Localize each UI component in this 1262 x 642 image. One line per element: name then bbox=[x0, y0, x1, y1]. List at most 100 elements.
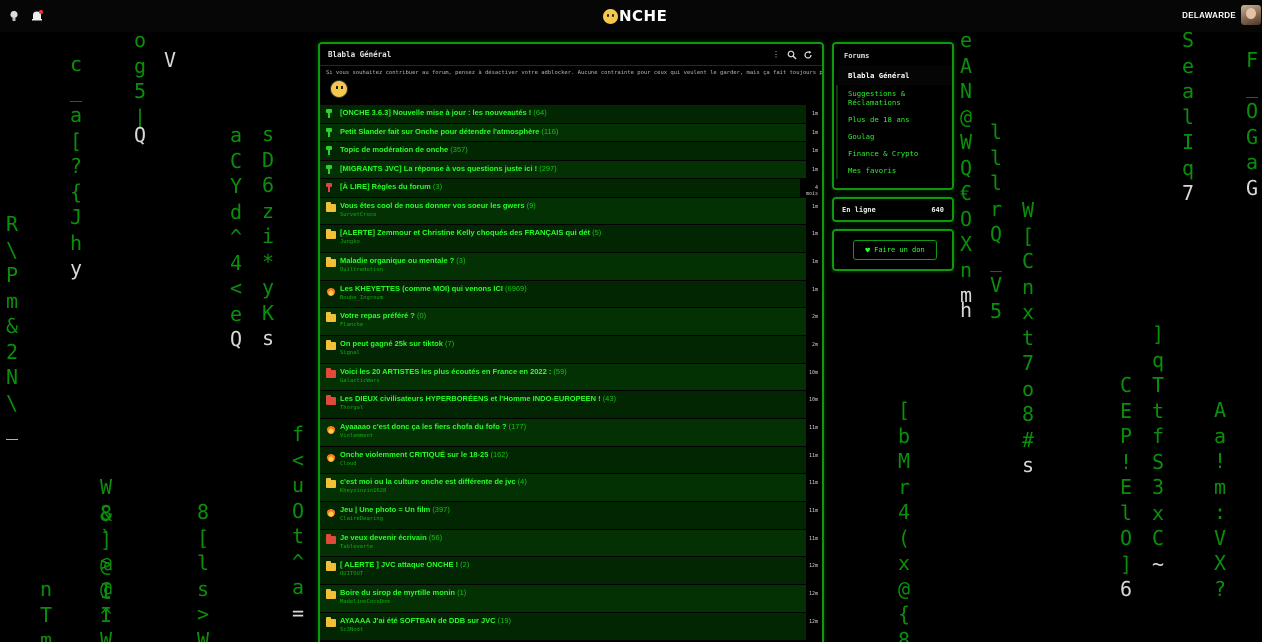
topic-author[interactable]: GalacticWars bbox=[340, 378, 806, 384]
sidebar-item-forum[interactable]: Plus de 18 ans bbox=[836, 111, 952, 128]
topic-title[interactable]: Ayaaaao c'est donc ça les fiers chofa du… bbox=[340, 422, 806, 431]
topic-title[interactable]: c'est moi ou la culture onche est différ… bbox=[340, 477, 806, 486]
rain-glyph: A bbox=[1213, 398, 1227, 422]
topic-title[interactable]: Les DIEUX civilisateurs HYPERBORÉENS et … bbox=[340, 394, 806, 403]
topic-row[interactable]: Onche violemment CRITIQUÉ sur le 18-25 (… bbox=[320, 446, 822, 475]
topic-title[interactable]: Onche violemment CRITIQUÉ sur le 18-25 (… bbox=[340, 450, 806, 459]
avatar[interactable] bbox=[1241, 5, 1261, 25]
topic-body: Topic de modération de onche (357) bbox=[340, 142, 806, 154]
donate-button[interactable]: ♥ Faire un don bbox=[853, 240, 937, 260]
topic-title[interactable]: [ONCHE 3.6.3] Nouvelle mise à jour : les… bbox=[340, 108, 806, 117]
topic-title[interactable]: Maladie organique ou mentale ? (3) bbox=[340, 256, 806, 265]
site-logo[interactable]: NCHE bbox=[603, 7, 667, 25]
topic-row[interactable]: Votre repas préféré ? (0) Flanche 2m bbox=[320, 308, 822, 336]
topic-author[interactable]: MadelineCocoDom bbox=[340, 599, 806, 605]
topic-author[interactable]: Jungko bbox=[340, 239, 806, 245]
topic-author[interactable]: Boube_Ingroum bbox=[340, 295, 806, 301]
sidebar-item-forum[interactable]: Mes favoris bbox=[836, 162, 952, 179]
topic-title[interactable]: Vous êtes cool de nous donner vos soeur … bbox=[340, 201, 806, 210]
topic-row[interactable]: Jeu | Une photo = Un film (397) ClaireDea… bbox=[320, 502, 822, 530]
rain-column: F _ O Ga G bbox=[1240, 48, 1262, 201]
topic-author[interactable]: Sc3Nodt bbox=[340, 627, 806, 633]
topic-title[interactable]: On peut gagné 25k sur tiktok (7) bbox=[340, 339, 806, 348]
refresh-icon[interactable] bbox=[802, 50, 814, 60]
topic-row[interactable]: Topic de modération de onche (357) 1m bbox=[320, 142, 822, 161]
topic-reply-count: (177) bbox=[508, 422, 527, 431]
topic-title[interactable]: Boire du sirop de myrtille monin (1) bbox=[340, 588, 806, 597]
sidebar-item-forum[interactable]: Goulag bbox=[836, 128, 952, 145]
rain-glyph: M bbox=[897, 449, 911, 473]
rain-glyph: E bbox=[1119, 398, 1133, 423]
rain-glyph: l bbox=[1119, 500, 1133, 525]
topic-author[interactable]: Thorgal bbox=[340, 405, 806, 411]
topic-row[interactable]: [ONCHE 3.6.3] Nouvelle mise à jour : les… bbox=[320, 105, 822, 124]
topic-author[interactable]: Kheyzinzin1628 bbox=[340, 488, 806, 494]
sidebar-item-forum[interactable]: Blabla Général bbox=[836, 66, 952, 85]
topic-row[interactable]: Voici les 20 ARTISTES les plus écoutés e… bbox=[320, 363, 822, 392]
rain-glyph: P bbox=[1119, 424, 1133, 448]
topic-title[interactable]: Les KHEYETTES (comme MOI) qui venons ICI… bbox=[340, 284, 806, 293]
topic-author[interactable]: Cloud bbox=[340, 461, 806, 467]
topic-row[interactable]: [À LIRE] Règles du forum (3) 4 mois bbox=[320, 179, 822, 198]
topic-row[interactable]: Les KHEYETTES (comme MOI) qui venons ICI… bbox=[320, 280, 822, 309]
rain-glyph: P bbox=[5, 263, 19, 287]
topic-title[interactable]: Voici les 20 ARTISTES les plus écoutés e… bbox=[340, 367, 806, 376]
topic-row[interactable]: AYAAAA J'ai été SOFTBAN de DDB sur JVC (… bbox=[320, 612, 822, 641]
topic-body: On peut gagné 25k sur tiktok (7) Signal bbox=[340, 336, 806, 356]
bulb-icon[interactable] bbox=[7, 9, 21, 23]
topic-title[interactable]: [À LIRE] Règles du forum (3) bbox=[340, 182, 800, 191]
more-options-icon[interactable]: ⋮ bbox=[770, 50, 782, 59]
topic-title[interactable]: [MIGRANTS JVC] La réponse à vos question… bbox=[340, 164, 806, 173]
rain-glyph: & bbox=[5, 314, 19, 338]
topic-title[interactable]: Topic de modération de onche (357) bbox=[340, 145, 806, 154]
pin-icon bbox=[320, 105, 340, 118]
folder-icon bbox=[320, 198, 340, 212]
rain-glyph: 6 bbox=[1119, 577, 1133, 601]
topic-author[interactable]: Violemment bbox=[340, 433, 806, 439]
topic-row[interactable]: Petit Slander fait sur Onche pour détend… bbox=[320, 123, 822, 142]
red-folder-icon bbox=[320, 391, 340, 406]
topic-row[interactable]: [ALERTE] Zemmour et Christine Kelly choq… bbox=[320, 225, 822, 253]
rain-glyph: f bbox=[291, 422, 305, 446]
topic-title[interactable]: Je veux devenir écrivain (56) bbox=[340, 533, 806, 542]
topic-author[interactable]: Flanche bbox=[340, 322, 806, 328]
topic-author[interactable]: ClaireDearing bbox=[340, 516, 806, 522]
rain-glyph: u bbox=[291, 473, 305, 497]
topic-title[interactable]: Votre repas préféré ? (0) bbox=[340, 311, 806, 320]
topic-row[interactable]: Boire du sirop de myrtille monin (1) Made… bbox=[320, 585, 822, 613]
search-icon[interactable] bbox=[786, 50, 798, 60]
topic-title[interactable]: Jeu | Une photo = Un film (397) bbox=[340, 505, 806, 514]
rain-glyph: R bbox=[5, 212, 19, 236]
topic-time: 10m bbox=[806, 363, 822, 391]
topic-author[interactable]: Tableverte bbox=[340, 544, 806, 550]
topic-row[interactable]: On peut gagné 25k sur tiktok (7) Signal 2m bbox=[320, 335, 822, 364]
topic-title[interactable]: [ALERTE] Zemmour et Christine Kelly choq… bbox=[340, 228, 806, 237]
sidebar-item-forum[interactable]: Finance & Crypto bbox=[836, 145, 952, 162]
rain-glyph: s bbox=[261, 326, 275, 350]
sidebar-item-forum[interactable]: Suggestions & Réclamations bbox=[836, 85, 952, 111]
topic-title[interactable]: AYAAAA J'ai été SOFTBAN de DDB sur JVC (… bbox=[340, 616, 806, 625]
bell-icon[interactable] bbox=[30, 9, 44, 23]
topic-author[interactable]: Signal bbox=[340, 350, 806, 356]
topic-row[interactable]: Ayaaaao c'est donc ça les fiers chofa du… bbox=[320, 419, 822, 447]
topic-row[interactable]: Maladie organique ou mentale ? (3) Ouiltr… bbox=[320, 252, 822, 281]
rain-glyph: J bbox=[69, 205, 83, 229]
topic-time: 1m bbox=[806, 280, 822, 308]
rain-glyph: x bbox=[1021, 300, 1035, 324]
pin-icon bbox=[320, 124, 340, 137]
topic-row[interactable]: Vous êtes cool de nous donner vos soeur … bbox=[320, 197, 822, 226]
topic-author[interactable]: Ouiltredution bbox=[340, 267, 806, 273]
topic-list: [ONCHE 3.6.3] Nouvelle mise à jour : les… bbox=[320, 105, 822, 641]
topic-row[interactable]: Les DIEUX civilisateurs HYPERBORÉENS et … bbox=[320, 391, 822, 419]
topic-title[interactable]: [ ALERTE ] JVC attaque ONCHE ! (2) bbox=[340, 560, 806, 569]
topic-author[interactable]: SurvetCroco bbox=[340, 212, 806, 218]
topic-row[interactable]: [ ALERTE ] JVC attaque ONCHE ! (2) OUITOU… bbox=[320, 557, 822, 586]
topic-author[interactable]: OUITOUT bbox=[340, 571, 806, 577]
rain-glyph: f bbox=[1151, 424, 1165, 448]
topic-title[interactable]: Petit Slander fait sur Onche pour détend… bbox=[340, 127, 806, 136]
rain-column: SealIq7 bbox=[1176, 28, 1200, 207]
username[interactable]: DELAWARDE bbox=[1182, 11, 1236, 20]
topic-row[interactable]: Je veux devenir écrivain (56) Tableverte 1… bbox=[320, 529, 822, 558]
topic-row[interactable]: c'est moi ou la culture onche est différ… bbox=[320, 474, 822, 503]
topic-row[interactable]: [MIGRANTS JVC] La réponse à vos question… bbox=[320, 160, 822, 179]
